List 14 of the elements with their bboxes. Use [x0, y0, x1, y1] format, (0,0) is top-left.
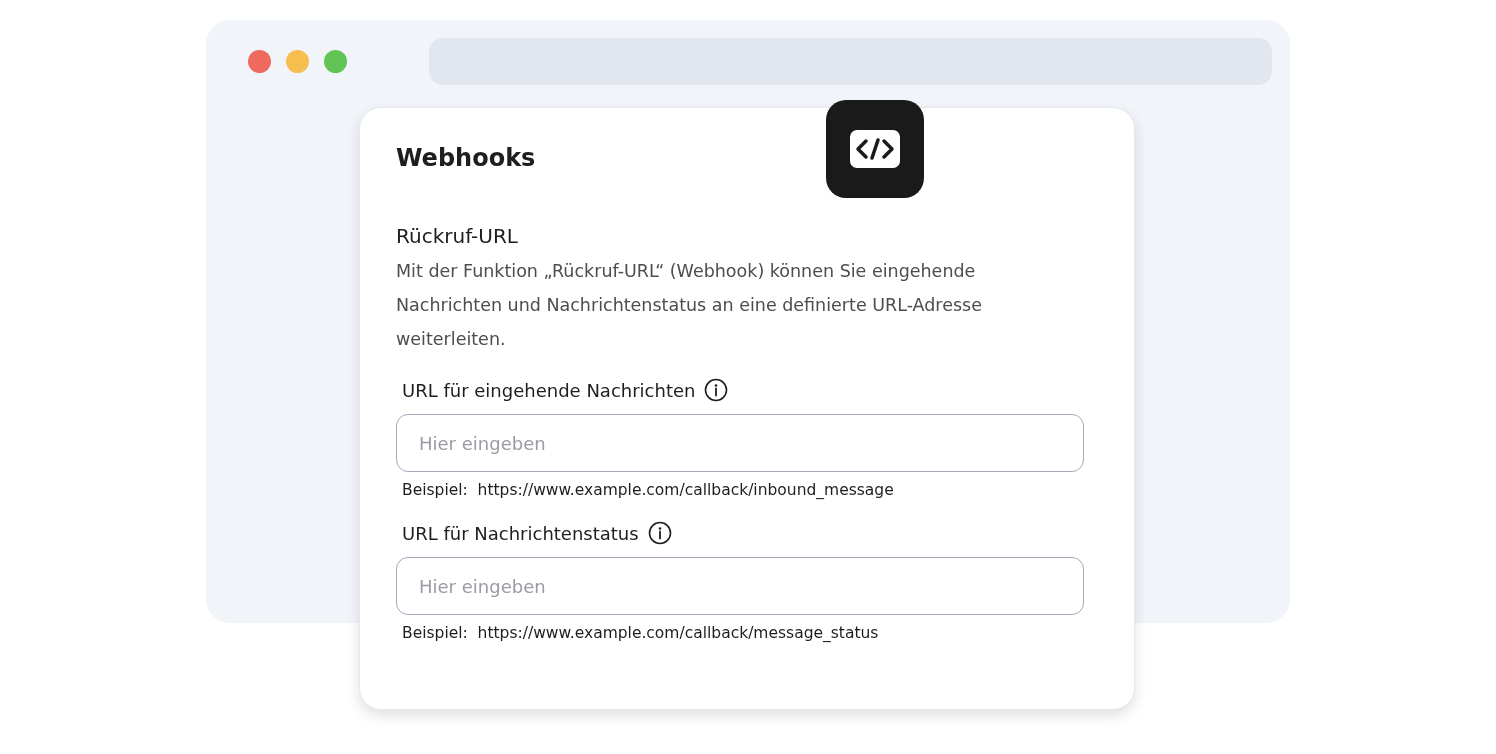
window-control-dot[interactable]	[324, 50, 347, 73]
window-control-dot[interactable]	[286, 50, 309, 73]
info-icon[interactable]	[704, 378, 729, 402]
field-label: URL für eingehende Nachrichten	[402, 379, 696, 401]
section-title: Rückruf-URL	[396, 224, 519, 248]
url-input-field[interactable]: Hier eingeben	[396, 414, 1084, 472]
url-input-field[interactable]: Hier eingeben	[396, 557, 1084, 615]
window-control-dot[interactable]	[248, 50, 271, 73]
example-hint: Beispiel: https://www.example.com/callback/message_status	[401, 624, 880, 642]
info-icon[interactable]	[647, 521, 672, 545]
example-hint: Beispiel: https://www.example.com/callback/inbound_message	[401, 481, 895, 499]
card-title: Webhooks	[396, 144, 537, 172]
description-text: Mit der Funktion „Rückruf-URL“ (Webhook) können Sie eingehende Nachrichten und Nachrichtenstatus an eine definierte URL-Adresse weiterleiten.	[396, 260, 983, 351]
field-label: URL für Nachrichtenstatus	[402, 522, 639, 544]
